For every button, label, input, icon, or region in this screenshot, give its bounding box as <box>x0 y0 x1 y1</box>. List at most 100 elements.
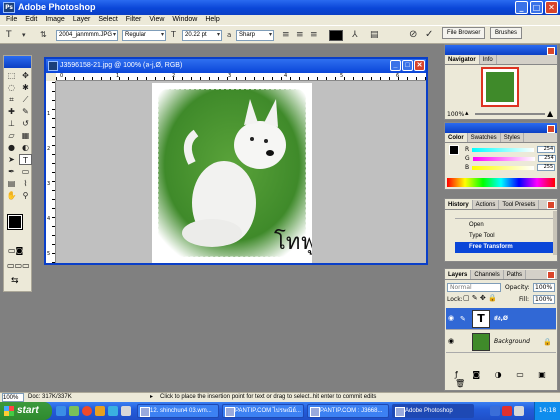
commit-edit-icon[interactable]: ✓ <box>425 29 433 41</box>
canvas-area[interactable]: โทฟู <box>56 81 426 263</box>
dog-photo[interactable]: โทฟู <box>152 83 312 263</box>
type-tool-icon[interactable]: T <box>6 29 12 41</box>
navigator-zoom[interactable]: 100% <box>447 111 464 118</box>
photoshop-app-icon[interactable]: Ps <box>3 2 15 13</box>
move-tool-icon[interactable]: ✥ <box>19 70 32 81</box>
eyedropper-tool-icon[interactable]: ⌇ <box>19 178 32 189</box>
font-size-select[interactable]: 20.22 pt <box>182 30 222 41</box>
status-zoom[interactable]: 100% <box>2 393 24 402</box>
hand-tool-icon[interactable]: ✋ <box>5 190 18 201</box>
tray-clock[interactable]: 14:18 <box>534 402 560 420</box>
blue-gradient[interactable] <box>472 165 535 170</box>
quicklaunch-app-icon[interactable] <box>69 406 79 416</box>
quicklaunch-media-icon[interactable] <box>82 406 92 416</box>
layer-row-text[interactable]: ◉ ✎ T ส่ง,Ø <box>446 308 556 330</box>
green-gradient[interactable] <box>472 156 535 161</box>
minimize-button[interactable]: _ <box>515 1 528 14</box>
tab-layers[interactable]: Layers <box>445 270 472 279</box>
healing-brush-icon[interactable]: ✚ <box>5 106 18 117</box>
menu-window[interactable]: Window <box>168 15 201 25</box>
tab-color[interactable]: Color <box>445 133 468 142</box>
doc-close-button[interactable]: ✕ <box>414 60 425 71</box>
red-gradient[interactable] <box>472 147 535 152</box>
slider-green[interactable]: G 254 <box>465 155 556 162</box>
clone-stamp-icon[interactable]: ⊥ <box>5 118 18 129</box>
tray-keyboard-icon[interactable] <box>490 406 500 416</box>
font-family-select[interactable]: 2004_janmmm.JPG <box>56 30 118 41</box>
menu-help[interactable]: Help <box>201 15 223 25</box>
opacity-field[interactable]: 100% <box>533 283 555 292</box>
zoom-tool-icon[interactable]: ⚲ <box>19 190 32 201</box>
color-fg-swatch[interactable] <box>449 145 459 155</box>
tool-preset-dropdown-icon[interactable]: ▾ <box>22 29 26 41</box>
layer-name-background[interactable]: Background <box>494 331 530 353</box>
color-spectrum-bar[interactable] <box>447 178 555 187</box>
menu-layer[interactable]: Layer <box>69 15 95 25</box>
task-photoshop[interactable]: Adobe Photoshop <box>392 404 474 418</box>
task-pantip-1[interactable]: PANTIP.COM ไปรษณีย์... <box>222 404 304 418</box>
start-button[interactable]: start <box>0 402 52 420</box>
quicklaunch-ie-icon[interactable] <box>56 406 66 416</box>
quicklaunch-folder-icon[interactable] <box>95 406 105 416</box>
visibility-eye-icon[interactable]: ◉ <box>448 338 456 345</box>
dodge-tool-icon[interactable]: ◐ <box>19 142 32 153</box>
history-item-open[interactable]: Open <box>455 220 553 231</box>
blur-tool-icon[interactable]: ● <box>5 142 18 153</box>
text-orientation-icon[interactable]: ⇅ <box>40 29 47 41</box>
marquee-tool-icon[interactable]: ⬚ <box>5 70 18 81</box>
zoom-in-icon[interactable]: ▲ <box>547 109 553 118</box>
task-pantip-2[interactable]: PANTIP.COM : J3668... <box>307 404 389 418</box>
menu-file[interactable]: File <box>2 15 21 25</box>
palettes-toggle-icon[interactable]: ▤ <box>370 29 379 41</box>
visibility-eye-icon[interactable]: ◉ <box>448 315 456 322</box>
tab-swatches[interactable]: Swatches <box>468 133 501 142</box>
warp-text-icon[interactable]: ⅄ <box>352 29 358 41</box>
doc-minimize-button[interactable]: _ <box>390 60 401 71</box>
task-media-player[interactable]: 12. shinchun4 03.wm... <box>137 404 219 418</box>
zoom-out-icon[interactable]: ▴ <box>465 109 469 117</box>
brush-tool-icon[interactable]: ✎ <box>19 106 32 117</box>
tab-actions[interactable]: Actions <box>473 200 500 209</box>
history-snapshot-row[interactable] <box>455 211 553 219</box>
history-item-free-transform[interactable]: Free Transform <box>455 242 553 253</box>
menu-filter[interactable]: Filter <box>122 15 146 25</box>
tray-mail-icon[interactable] <box>502 406 512 416</box>
foreground-color-swatch[interactable] <box>7 214 23 230</box>
fill-field[interactable]: 100% <box>533 295 555 304</box>
eraser-tool-icon[interactable]: ▱ <box>5 130 18 141</box>
tab-brushes[interactable]: Brushes <box>490 27 523 39</box>
align-center-icon[interactable]: ≡ <box>296 29 304 41</box>
path-select-icon[interactable]: ➤ <box>5 154 18 165</box>
layer-buttons[interactable]: ƒ ◙ ◑ ▭ ▣ 🗑 <box>455 370 557 388</box>
cancel-edit-icon[interactable]: ⊘ <box>409 29 417 41</box>
blend-mode-select[interactable]: Normal <box>447 283 501 292</box>
tab-styles[interactable]: Styles <box>501 133 525 142</box>
lock-icons[interactable]: ▢ ✎ ✥ 🔒 <box>463 294 497 302</box>
document-titlebar[interactable]: J3596158-21.jpg @ 100% (ล-j,Ø, RGB) _ □ … <box>46 59 426 73</box>
maximize-button[interactable]: □ <box>530 1 543 14</box>
status-doc-size[interactable]: Doc: 317K/337K <box>28 393 72 402</box>
tab-channels[interactable]: Channels <box>471 270 504 279</box>
slice-tool-icon[interactable]: ⟋ <box>19 94 32 105</box>
quicklaunch-desktop-icon[interactable] <box>121 406 131 416</box>
slider-blue[interactable]: B 255 <box>465 164 556 171</box>
screen-mode-icon[interactable]: ▭▭▭ <box>7 261 30 270</box>
jump-to-imageready-icon[interactable]: ⇆ <box>11 276 19 286</box>
photo-overlay-text[interactable]: โทฟู <box>274 229 312 255</box>
type-tool-active-icon[interactable]: T <box>19 154 32 165</box>
history-brush-icon[interactable]: ↺ <box>19 118 32 129</box>
value-g[interactable]: 254 <box>537 155 556 162</box>
slider-red[interactable]: R 254 <box>465 146 556 153</box>
menu-select[interactable]: Select <box>94 15 121 25</box>
tab-tool-presets[interactable]: Tool Presets <box>499 200 540 209</box>
gradient-tool-icon[interactable]: ▦ <box>19 130 32 141</box>
tab-paths[interactable]: Paths <box>504 270 527 279</box>
notes-tool-icon[interactable]: ▤ <box>5 178 18 189</box>
navigator-preview[interactable] <box>481 67 519 107</box>
menu-image[interactable]: Image <box>41 15 68 25</box>
align-left-icon[interactable]: ≡ <box>282 29 290 41</box>
font-style-select[interactable]: Regular <box>122 30 166 41</box>
history-item-type-tool[interactable]: Type Tool <box>455 231 553 242</box>
quick-mask-icon[interactable]: ▭◙ <box>8 246 23 255</box>
tray-network-icon[interactable] <box>514 406 524 416</box>
